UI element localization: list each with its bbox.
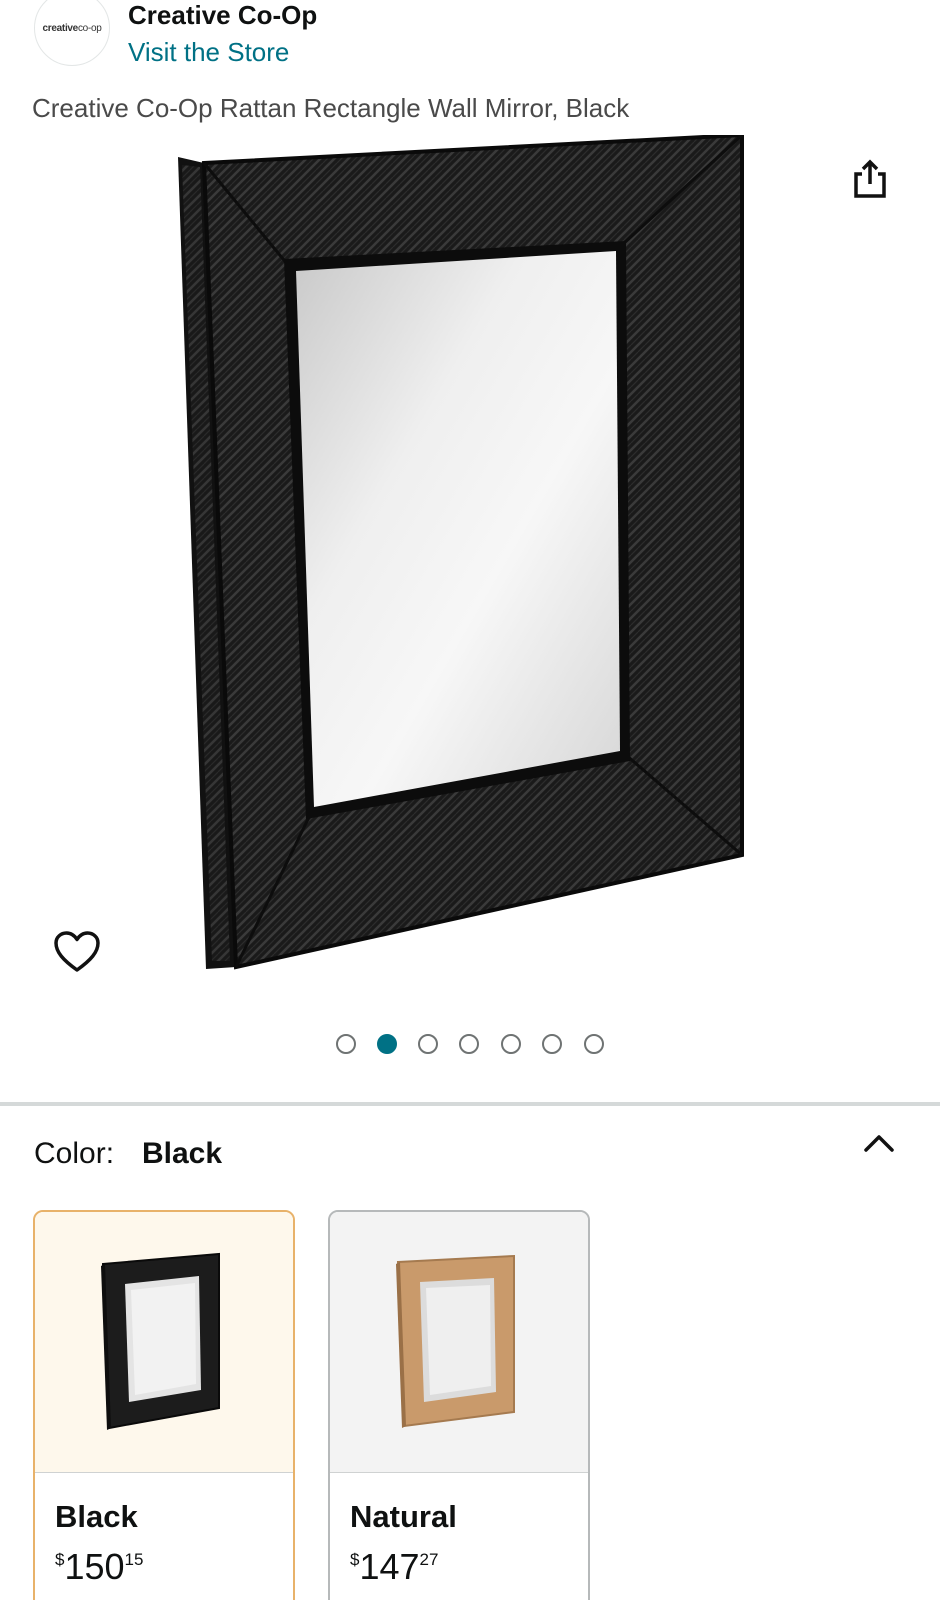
brand-name[interactable]: Creative Co-Op <box>128 0 317 31</box>
swatch-price: $15015 <box>55 1546 144 1587</box>
brand-logo[interactable]: creativeco-op <box>34 0 110 66</box>
swatch-name: Natural <box>350 1499 457 1534</box>
carousel-dot[interactable] <box>336 1034 356 1054</box>
visit-store-link[interactable]: Visit the Store <box>128 37 289 68</box>
share-icon[interactable] <box>850 158 890 200</box>
swatch-thumbnail <box>330 1212 588 1472</box>
carousel-dot[interactable] <box>501 1034 521 1054</box>
carousel-dot[interactable] <box>584 1034 604 1054</box>
color-option-black[interactable]: Black $15015 <box>33 1210 295 1600</box>
swatch-separator <box>35 1472 293 1473</box>
swatch-separator <box>330 1472 588 1473</box>
carousel-dot[interactable] <box>459 1034 479 1054</box>
carousel-dot[interactable] <box>542 1034 562 1054</box>
heart-icon[interactable] <box>53 930 101 974</box>
color-selected-value: Black <box>142 1137 223 1170</box>
chevron-up-icon[interactable] <box>862 1130 896 1154</box>
section-divider <box>0 1102 940 1106</box>
swatch-price: $14727 <box>350 1546 439 1587</box>
color-option-natural[interactable]: Natural $14727 <box>328 1210 590 1600</box>
swatch-name: Black <box>55 1499 138 1534</box>
color-label: Color: <box>34 1137 115 1170</box>
brand-logo-text: creativeco-op <box>42 22 102 34</box>
carousel-dot[interactable] <box>418 1034 438 1054</box>
carousel-dots <box>0 1034 940 1056</box>
swatch-thumbnail <box>35 1212 293 1472</box>
product-title: Creative Co-Op Rattan Rectangle Wall Mir… <box>32 93 630 123</box>
product-main-image[interactable] <box>176 135 762 990</box>
carousel-dot-active[interactable] <box>377 1034 397 1054</box>
